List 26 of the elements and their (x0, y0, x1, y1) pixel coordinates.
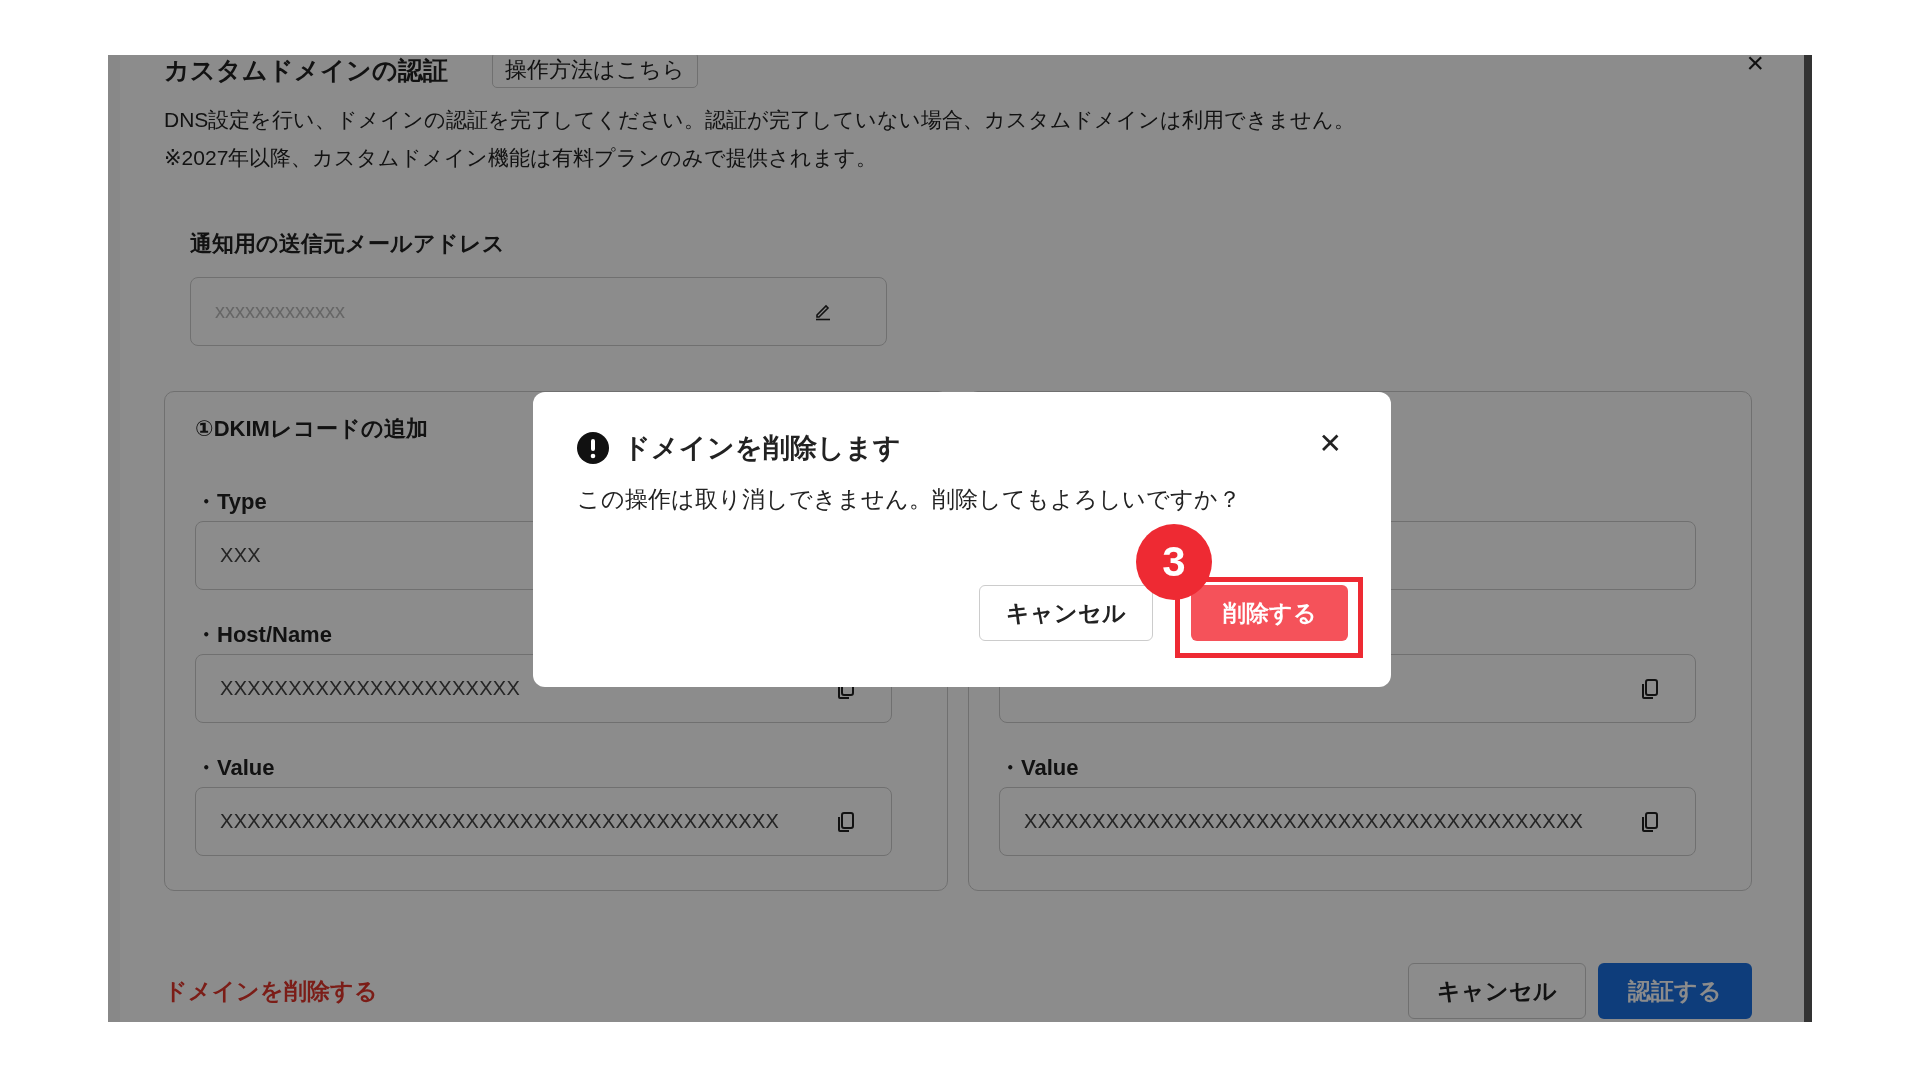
panel-title: カスタムドメインの認証 (164, 55, 448, 86)
dialog-title: ドメインを削除します (623, 432, 901, 465)
close-icon[interactable]: ✕ (1318, 426, 1342, 460)
field-value: XXXXXXXXXXXXXXXXXXXXXXXXXXXXXXXXXXXXXXXXX (1024, 810, 1584, 833)
close-icon[interactable]: × (1746, 55, 1764, 80)
field-label: ・Value (999, 754, 1079, 782)
dialog-message: この操作は取り消しできません。削除してもよろしいですか？ (577, 485, 1242, 514)
field-label: 通知用の送信元メールアドレス (190, 230, 506, 258)
field-label: ・Type (195, 488, 267, 516)
field-value: XXXXXXXXXXXXXXXXXXXXXXXXXXXXXXXXXXXXXXXXX (220, 810, 780, 833)
field-label: ・Value (195, 754, 275, 782)
record-field[interactable]: XXXXXXXXXXXXXXXXXXXXXXXXXXXXXXXXXXXXXXXXX (999, 787, 1696, 856)
record-field[interactable]: XXXXXXXXXXXXXXXXXXXXXXXXXXXXXXXXXXXXXXXXX (195, 787, 892, 856)
delete-domain-link[interactable]: ドメインを削除する (164, 975, 378, 1007)
card-title: ①DKIMレコードの追加 (195, 416, 428, 441)
description-text: ※2027年以降、カスタムドメイン機能は有料プランのみで提供されます。 (164, 145, 879, 171)
field-label: ・Host/Name (195, 621, 332, 649)
field-value: XXXXXXXXXXXXXXXXXXXXXX (220, 677, 521, 700)
field-value: XXX (220, 544, 261, 567)
cancel-button[interactable]: キャンセル (1408, 963, 1586, 1019)
description-text: DNS設定を行い、ドメインの認証を完了してください。認証が完了していない場合、カスタムドメインは利用できません。 (164, 107, 1357, 133)
guide-button[interactable]: 操作方法はこちら (492, 55, 698, 88)
delete-button[interactable]: 削除する (1191, 585, 1348, 641)
cancel-button[interactable]: キャンセル (979, 585, 1153, 641)
exclamation-icon (577, 432, 609, 464)
verify-button[interactable]: 認証する (1598, 963, 1752, 1019)
